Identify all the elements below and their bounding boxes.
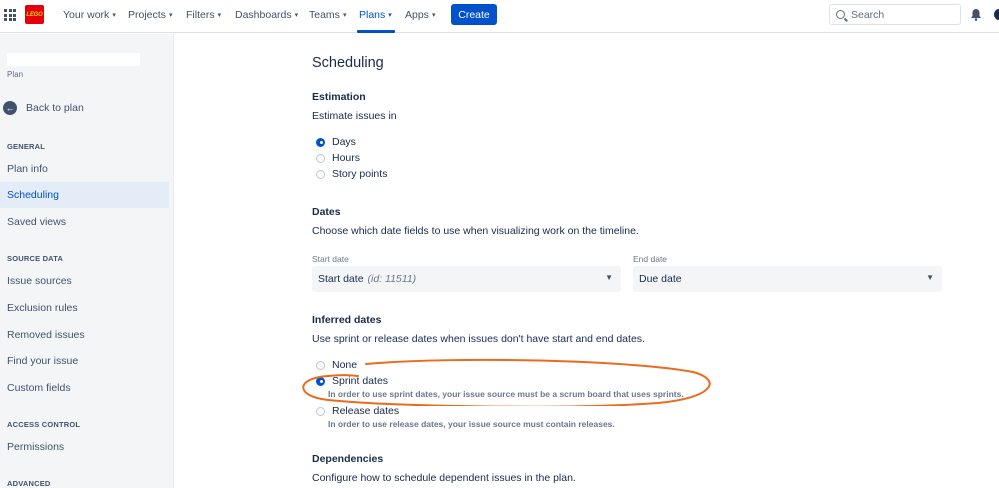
avatar[interactable]	[994, 9, 999, 20]
radio-none[interactable]: None	[316, 359, 357, 371]
estimation-heading: Estimation	[312, 91, 366, 103]
sidebar-item-removed-issues[interactable]: Removed issues	[0, 322, 169, 348]
notifications-icon[interactable]	[970, 8, 982, 21]
sidebar-item-custom-fields[interactable]: Custom fields	[0, 375, 169, 401]
plan-name	[7, 53, 140, 66]
start-date-select[interactable]: Start date (id: 11511) ▼	[312, 266, 621, 292]
sprint-dates-help: In order to use sprint dates, your issue…	[328, 389, 684, 399]
chevron-down-icon: ▾	[217, 12, 222, 19]
nav-plans[interactable]: Plans ▾	[359, 8, 392, 22]
nav-label: Projects	[128, 9, 166, 21]
radio-label: Sprint dates	[332, 375, 389, 387]
radio-button[interactable]	[316, 376, 325, 386]
radio-days[interactable]: Days	[316, 136, 356, 148]
chevron-down-icon: ▾	[294, 12, 299, 19]
sidebar-item-saved-views[interactable]: Saved views	[0, 209, 169, 235]
start-date-id-hint: (id: 11511)	[367, 273, 417, 285]
nav-apps[interactable]: Apps ▾	[405, 8, 435, 22]
nav-filters[interactable]: Filters ▾	[186, 8, 221, 22]
sidebar-item-permissions[interactable]: Permissions	[0, 434, 169, 460]
end-date-label: End date	[633, 254, 668, 264]
radio-label: Release dates	[332, 405, 400, 417]
start-date-value: Start date	[318, 273, 364, 285]
active-nav-indicator	[357, 30, 395, 33]
radio-label: Hours	[332, 152, 361, 164]
radio-button[interactable]	[316, 360, 325, 370]
back-to-plan-link[interactable]: ← Back to plan	[3, 101, 84, 115]
sidebar-section-general: GENERAL	[7, 142, 46, 151]
arrow-left-icon: ←	[3, 101, 17, 115]
inferred-dates-description: Use sprint or release dates when issues …	[312, 333, 645, 345]
back-label: Back to plan	[26, 102, 84, 114]
top-navigation: LEGO Your work ▾ Projects ▾ Filters ▾ Dashb…	[0, 0, 999, 33]
create-button[interactable]: Create	[451, 4, 497, 25]
sidebar-item-plan-info[interactable]: Plan info	[0, 156, 169, 182]
nav-label: Plans	[359, 9, 386, 21]
sidebar: Plan ← Back to plan GENERAL Plan info Sc…	[0, 34, 174, 488]
search-box[interactable]	[829, 4, 961, 25]
search-icon	[836, 10, 845, 19]
radio-hours[interactable]: Hours	[316, 152, 360, 164]
sidebar-item-issue-sources[interactable]: Issue sources	[0, 268, 169, 294]
sidebar-section-source-data: SOURCE DATA	[7, 254, 64, 263]
plan-label: Plan	[7, 70, 24, 79]
dates-heading: Dates	[312, 206, 341, 218]
radio-sprint-dates[interactable]: Sprint dates	[316, 375, 388, 387]
search-input[interactable]	[851, 8, 951, 21]
radio-story-points[interactable]: Story points	[316, 168, 387, 180]
nav-teams[interactable]: Teams ▾	[309, 8, 346, 22]
nav-label: Filters	[186, 9, 215, 21]
nav-your-work[interactable]: Your work ▾	[63, 8, 116, 22]
estimation-description: Estimate issues in	[312, 110, 397, 122]
start-date-label: Start date	[312, 254, 349, 264]
release-dates-help: In order to use release dates, your issu…	[328, 419, 615, 429]
nav-label: Your work	[63, 9, 110, 21]
chevron-down-icon: ▾	[112, 12, 116, 19]
nav-label: Apps	[405, 9, 429, 21]
lego-logo[interactable]: LEGO	[25, 5, 44, 24]
radio-button[interactable]	[316, 406, 325, 416]
page-title: Scheduling	[312, 55, 384, 71]
sidebar-section-advanced: ADVANCED	[7, 479, 51, 488]
radio-label: Story points	[332, 168, 388, 180]
chevron-down-icon: ▾	[168, 12, 173, 19]
radio-release-dates[interactable]: Release dates	[316, 405, 399, 417]
nav-label: Teams	[309, 9, 340, 21]
sidebar-item-scheduling[interactable]: Scheduling	[0, 182, 169, 208]
radio-label: None	[332, 359, 358, 371]
radio-label: Days	[332, 136, 356, 148]
radio-button[interactable]	[316, 169, 325, 179]
app-switcher-icon[interactable]	[4, 9, 16, 21]
radio-button[interactable]	[316, 137, 325, 147]
nav-projects[interactable]: Projects ▾	[128, 8, 172, 22]
dates-description: Choose which date fields to use when vis…	[312, 225, 639, 237]
dependencies-description: Configure how to schedule dependent issu…	[312, 472, 576, 484]
sidebar-item-find-your-issue[interactable]: Find your issue	[0, 348, 169, 374]
chevron-down-icon: ▾	[388, 12, 392, 19]
inferred-dates-heading: Inferred dates	[312, 314, 382, 326]
chevron-down-icon: ▼	[926, 273, 934, 282]
chevron-down-icon: ▾	[431, 12, 436, 19]
end-date-select[interactable]: Due date ▼	[633, 266, 942, 292]
nav-dashboards[interactable]: Dashboards ▾	[235, 8, 298, 22]
end-date-value: Due date	[639, 273, 682, 285]
sidebar-item-exclusion-rules[interactable]: Exclusion rules	[0, 295, 169, 321]
sidebar-section-access-control: ACCESS CONTROL	[7, 420, 81, 429]
radio-button[interactable]	[316, 153, 325, 163]
chevron-down-icon: ▾	[342, 12, 347, 19]
dependencies-heading: Dependencies	[312, 453, 384, 465]
chevron-down-icon: ▼	[605, 273, 613, 282]
nav-label: Dashboards	[235, 9, 292, 21]
